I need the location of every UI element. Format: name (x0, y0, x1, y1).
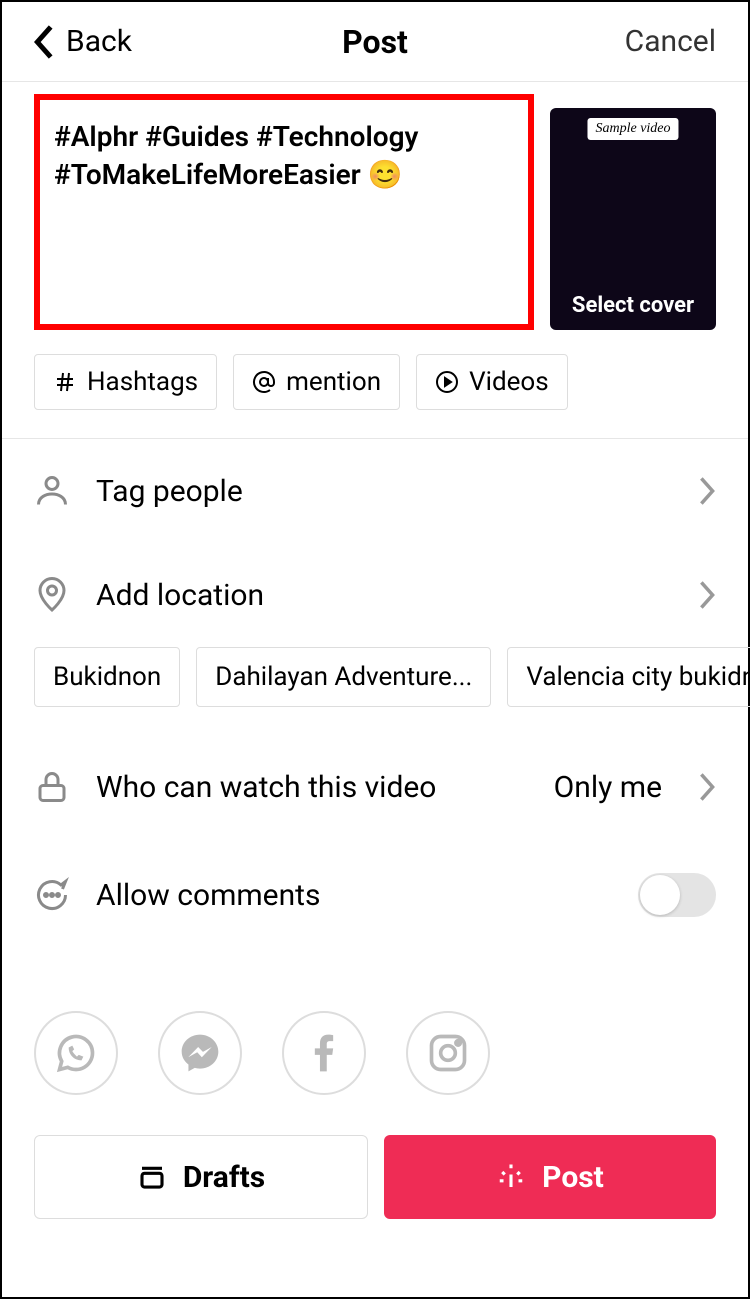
whatsapp-share-button[interactable] (34, 1011, 118, 1095)
lock-icon (34, 769, 70, 805)
privacy-row[interactable]: Who can watch this video Only me (2, 735, 748, 839)
location-suggestions: Bukidnon Dahilayan Adventure... Valencia… (2, 647, 748, 735)
post-button[interactable]: Post (384, 1135, 716, 1219)
tag-people-label: Tag people (96, 474, 672, 509)
post-label: Post (542, 1160, 604, 1195)
chevron-left-icon (34, 25, 54, 59)
hashtags-chip[interactable]: Hashtags (34, 354, 217, 410)
mention-chip[interactable]: mention (233, 354, 400, 410)
drafts-icon (137, 1162, 167, 1192)
privacy-value: Only me (554, 770, 662, 805)
tag-people-row[interactable]: Tag people (2, 439, 748, 543)
drafts-button[interactable]: Drafts (34, 1135, 368, 1219)
allow-comments-row: Allow comments (2, 839, 748, 951)
add-location-row[interactable]: Add location (2, 543, 748, 647)
caption-text: #Alphr #Guides #Technology #ToMakeLifeMo… (54, 118, 514, 194)
allow-comments-label: Allow comments (96, 878, 612, 913)
thumbnail-tag: Sample video (587, 118, 678, 140)
whatsapp-icon (54, 1031, 98, 1075)
messenger-icon (178, 1031, 222, 1075)
header: Back Post Cancel (2, 2, 748, 82)
video-thumbnail[interactable]: Sample video Select cover (550, 108, 716, 330)
location-chip[interactable]: Dahilayan Adventure... (196, 647, 491, 707)
page-title: Post (342, 23, 408, 61)
messenger-share-button[interactable] (158, 1011, 242, 1095)
mention-label: mention (286, 367, 381, 397)
privacy-label: Who can watch this video (96, 770, 528, 805)
back-label: Back (66, 24, 132, 59)
hashtag-icon (53, 370, 77, 394)
chevron-right-icon (698, 477, 716, 505)
back-button[interactable]: Back (34, 24, 132, 59)
caption-row: #Alphr #Guides #Technology #ToMakeLifeMo… (2, 82, 748, 330)
videos-chip[interactable]: Videos (416, 354, 568, 410)
select-cover-label: Select cover (550, 293, 716, 318)
cancel-button[interactable]: Cancel (625, 24, 716, 59)
location-chip[interactable]: Valencia city bukidnon (507, 647, 750, 707)
location-pin-icon (34, 577, 70, 613)
sparkle-icon (496, 1162, 526, 1192)
toggle-knob (640, 875, 680, 915)
footer-buttons: Drafts Post (2, 1105, 748, 1249)
facebook-share-button[interactable] (282, 1011, 366, 1095)
at-icon (252, 370, 276, 394)
person-icon (34, 473, 70, 509)
instagram-icon (426, 1031, 470, 1075)
chevron-right-icon (698, 581, 716, 609)
comment-icon (34, 877, 70, 913)
drafts-label: Drafts (183, 1160, 265, 1195)
instagram-share-button[interactable] (406, 1011, 490, 1095)
facebook-icon (302, 1031, 346, 1075)
videos-label: Videos (469, 367, 549, 397)
caption-input[interactable]: #Alphr #Guides #Technology #ToMakeLifeMo… (34, 94, 534, 330)
add-location-label: Add location (96, 578, 672, 613)
share-row (2, 951, 748, 1105)
chip-row: Hashtags mention Videos (2, 330, 748, 439)
chevron-right-icon (698, 773, 716, 801)
location-chip[interactable]: Bukidnon (34, 647, 180, 707)
play-circle-icon (435, 370, 459, 394)
allow-comments-toggle[interactable] (638, 873, 716, 917)
hashtags-label: Hashtags (87, 367, 198, 397)
